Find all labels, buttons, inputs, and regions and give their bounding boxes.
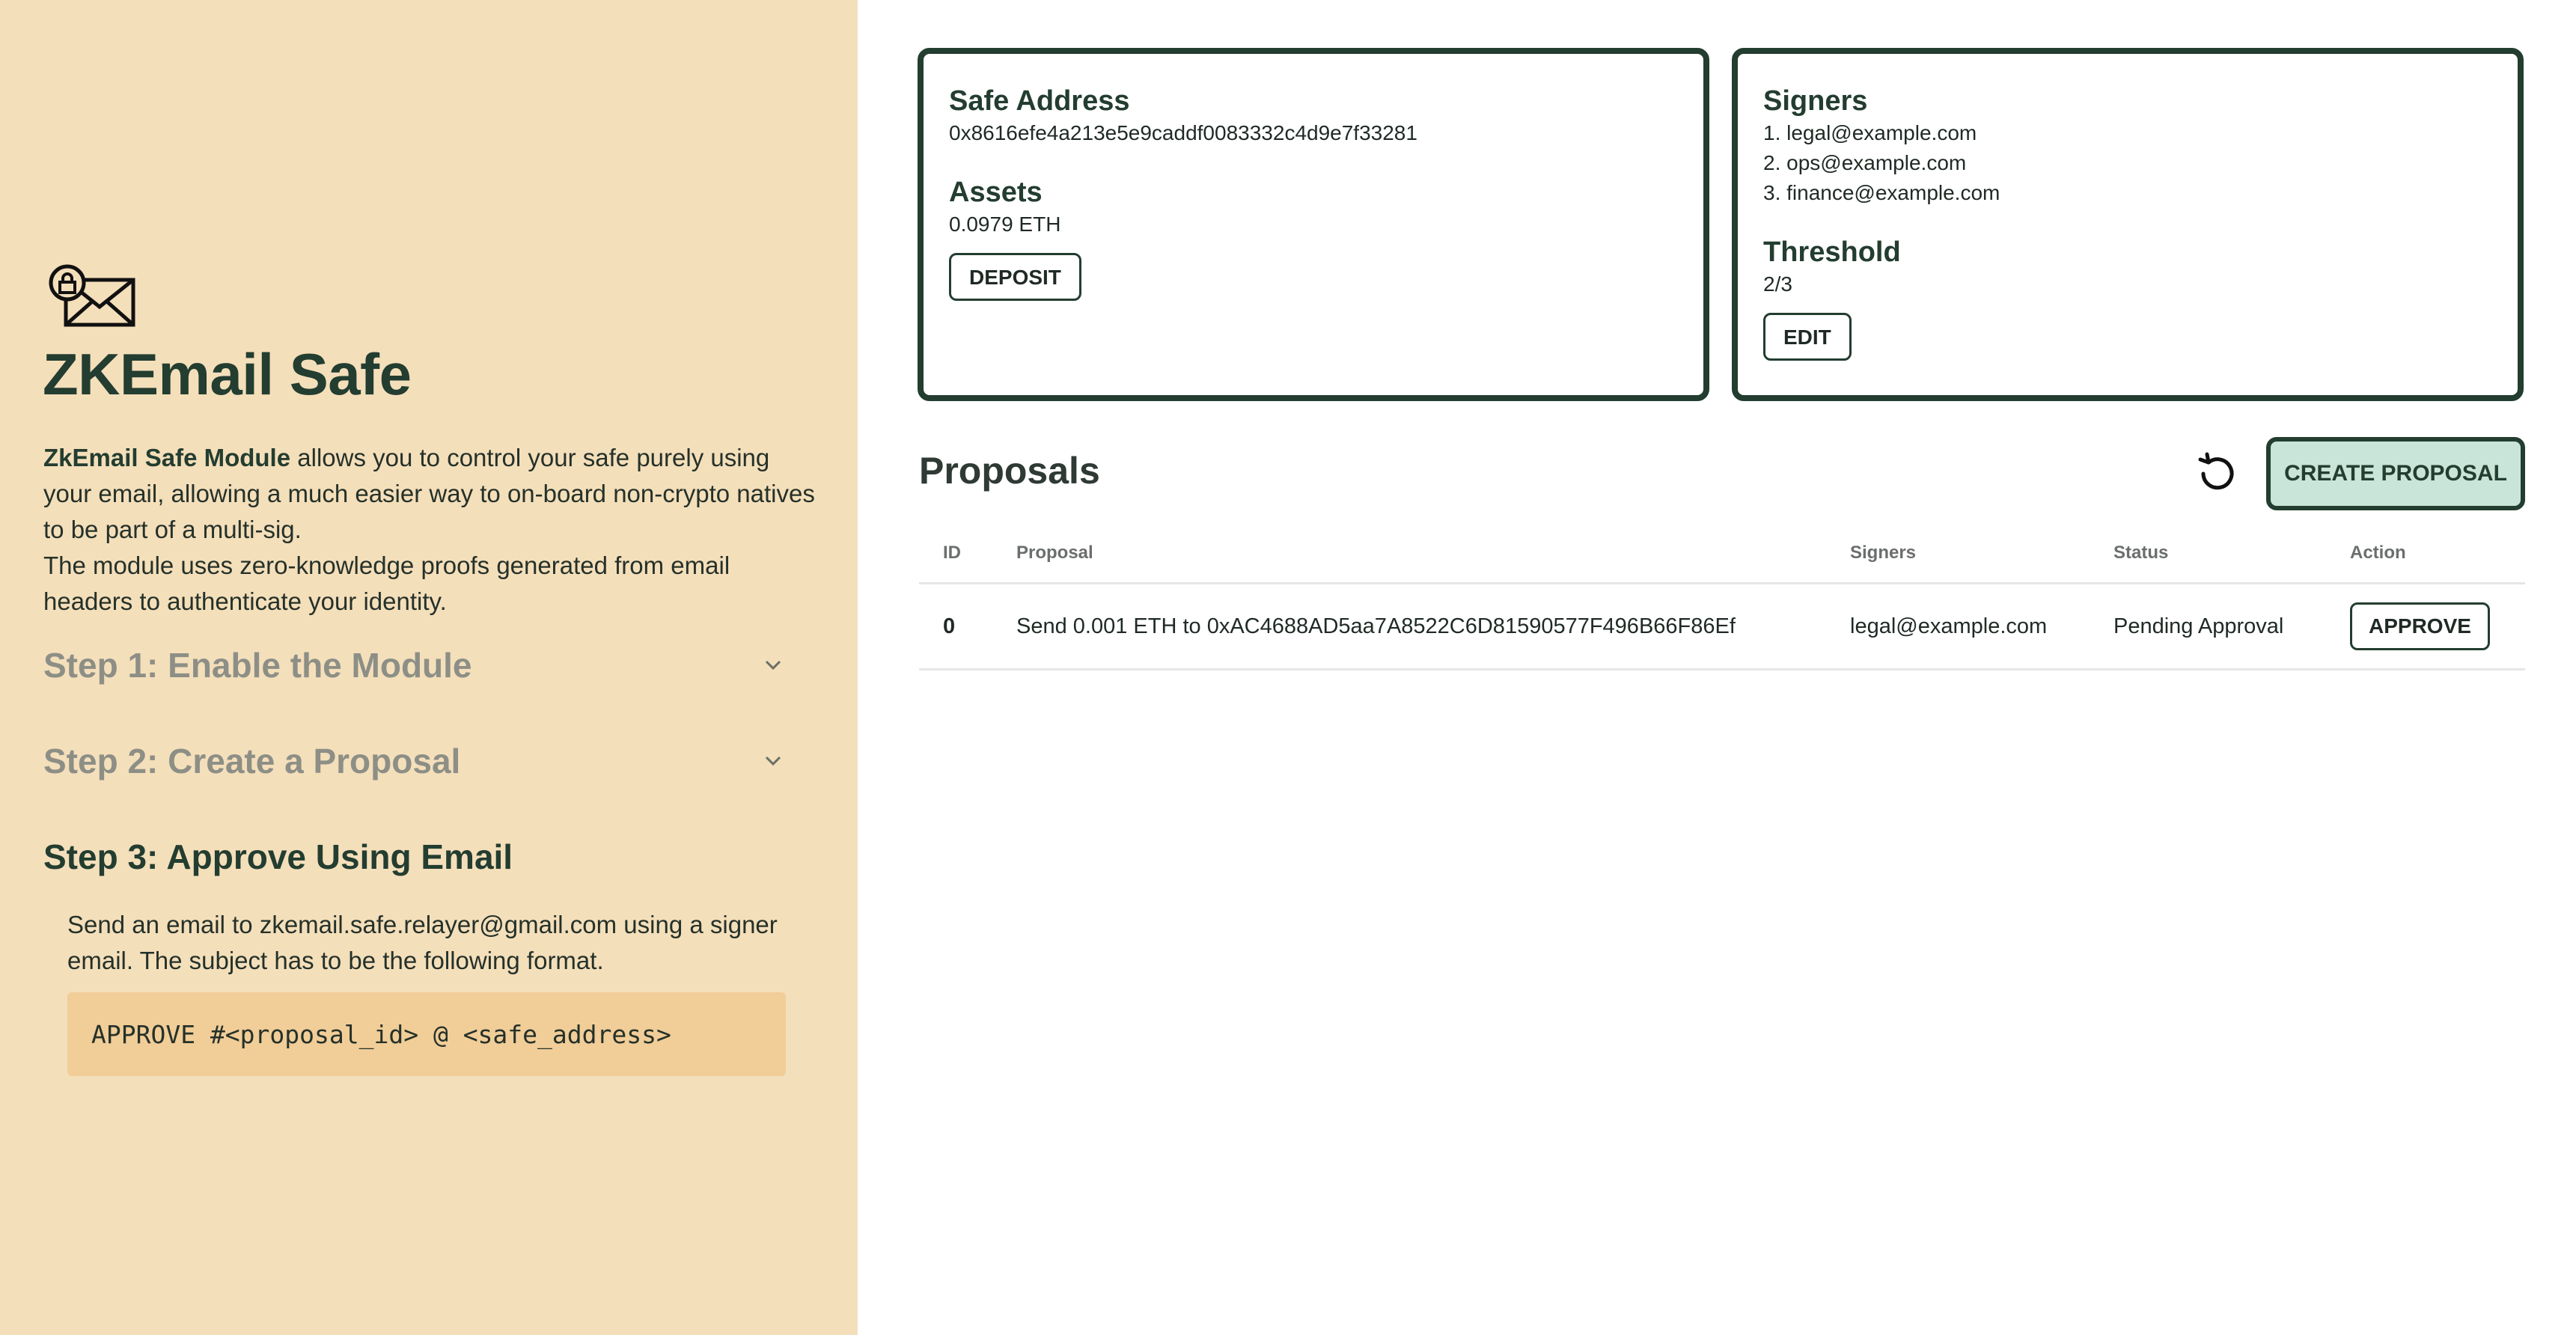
proposal-signers: legal@example.com: [1850, 614, 2048, 638]
threshold-label: Threshold: [1763, 236, 1901, 268]
step-3-instructions: Send an email to zkemail.safe.relayer@gm…: [67, 911, 778, 974]
approve-button[interactable]: APPROVE: [2350, 602, 2490, 650]
intro-bold: ZkEmail Safe Module: [43, 444, 291, 471]
intro-line-2: The module uses zero-knowledge proofs ge…: [43, 552, 730, 615]
locked-envelope-icon: [49, 264, 135, 327]
column-header-proposal: Proposal: [1016, 543, 1093, 563]
chevron-down-icon: [765, 756, 781, 766]
step-1-header[interactable]: Step 1: Enable the Module: [43, 645, 792, 685]
safe-address-label: Safe Address: [949, 85, 1130, 117]
proposal-action-cell: APPROVE: [2350, 584, 2490, 668]
proposal-status: Pending Approval: [2113, 614, 2284, 638]
signer-item: 2. ops@example.com: [1763, 151, 1967, 174]
column-header-signers: Signers: [1850, 543, 1917, 563]
table-row: 0 Send 0.001 ETH to 0xAC4688AD5aa7A8522C…: [919, 584, 2525, 670]
step-2-title: Step 2: Create a Proposal: [43, 742, 461, 780]
chevron-down-icon: [765, 660, 781, 670]
safe-address-value: 0x8616efe4a213e5e9caddf0083332c4d9e7f332…: [949, 121, 1417, 144]
edit-button[interactable]: EDIT: [1763, 313, 1852, 361]
column-header-action: Action: [2350, 543, 2406, 563]
intro-text: ZkEmail Safe Module allows you to contro…: [43, 440, 822, 620]
proposal-id: 0: [943, 614, 956, 638]
approve-subject-code: APPROVE #<proposal_id> @ <safe_address>: [67, 992, 786, 1076]
sidebar: ZKEmail Safe ZkEmail Safe Module allows …: [0, 0, 858, 1335]
refresh-icon[interactable]: [2193, 449, 2242, 498]
proposals-title: Proposals: [919, 450, 1100, 492]
signer-item: 1. legal@example.com: [1763, 121, 1977, 144]
deposit-button[interactable]: DEPOSIT: [949, 253, 1081, 301]
column-header-id: ID: [943, 543, 961, 563]
assets-label: Assets: [949, 177, 1043, 208]
assets-value: 0.0979 ETH: [949, 213, 1061, 236]
threshold-value: 2/3: [1763, 272, 1792, 296]
create-proposal-button[interactable]: CREATE PROPOSAL: [2266, 437, 2525, 510]
proposal-description: Send 0.001 ETH to 0xAC4688AD5aa7A8522C6D…: [1016, 614, 1736, 638]
proposals-table: ID Proposal Signers Status Action 0 Send…: [919, 524, 2525, 670]
step-1-title: Step 1: Enable the Module: [43, 646, 472, 685]
column-header-status: Status: [2113, 543, 2169, 563]
signer-item: 3. finance@example.com: [1763, 181, 2000, 204]
step-2-header[interactable]: Step 2: Create a Proposal: [43, 741, 792, 781]
table-header: ID Proposal Signers Status Action: [919, 524, 2525, 584]
signers-label: Signers: [1763, 85, 1868, 117]
step-3-header[interactable]: Step 3: Approve Using Email: [43, 837, 792, 877]
brand-title: ZKEmail Safe: [43, 341, 412, 407]
safe-info-card: Safe Address 0x8616efe4a213e5e9caddf0083…: [918, 48, 1709, 401]
signers-card: Signers 1. legal@example.com 2. ops@exam…: [1732, 48, 2524, 401]
step-3-title: Step 3: Approve Using Email: [43, 837, 513, 876]
